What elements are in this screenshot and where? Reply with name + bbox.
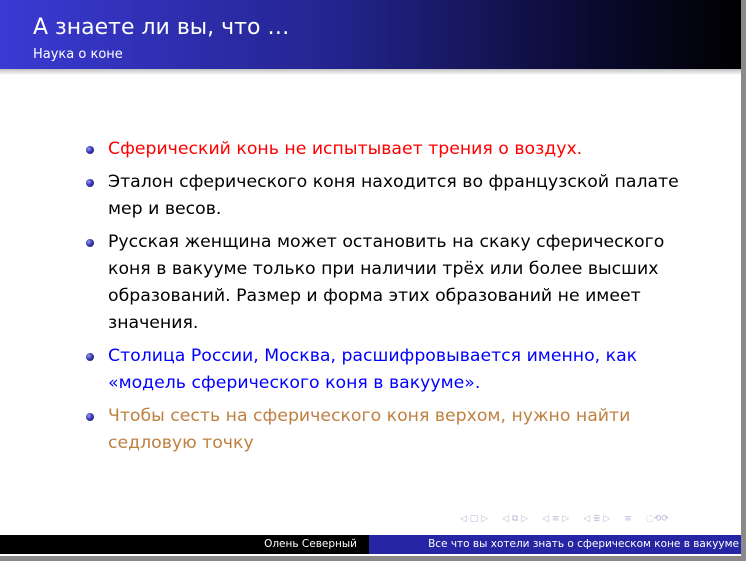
- header-shadow: [0, 69, 741, 75]
- list-item-text: Столица России, Москва, расшифровывается…: [108, 346, 638, 393]
- list-item: Эталон сферического коня находится во фр…: [86, 169, 686, 223]
- frame-header: А знаете ли вы, что … Наука о коне: [0, 0, 741, 69]
- footer-title: Все что вы хотели знать о сферическом ко…: [369, 535, 741, 554]
- list-item: Чтобы сесть на сферического коня верхом,…: [86, 403, 686, 457]
- list-item: Сферический конь не испытывает трения о …: [86, 136, 686, 163]
- list-item-text: Чтобы сесть на сферического коня верхом,…: [108, 406, 631, 453]
- bullet-icon: [86, 179, 94, 187]
- bullet-icon: [86, 413, 94, 421]
- bullet-icon: [86, 353, 94, 361]
- list-item-text: Сферический конь не испытывает трения о …: [108, 139, 583, 159]
- section-nav-icon[interactable]: ◁ ≡ ▷: [542, 514, 569, 524]
- subsection-nav-icon[interactable]: ◁ ⧉ ▷: [502, 514, 528, 524]
- subsubsection-nav-icon[interactable]: ◁ ≣ ▷: [583, 514, 610, 524]
- list-item-text: Эталон сферического коня находится во фр…: [108, 172, 679, 219]
- footline: Олень Северный Все что вы хотели знать о…: [0, 535, 741, 554]
- bullet-icon: [86, 239, 94, 247]
- bullet-icon: [86, 146, 94, 154]
- list-item-text: Русская женщина может остановить на скак…: [108, 232, 665, 333]
- frame-title: А знаете ли вы, что …: [33, 15, 290, 40]
- search-icon[interactable]: ◌⟲⟳: [646, 514, 669, 524]
- footer-author: Олень Северный: [0, 535, 369, 554]
- navigation-bar: ◁ □ ▷ ◁ ⧉ ▷ ◁ ≡ ▷ ◁ ≣ ▷ ≡ ◌⟲⟳: [460, 514, 669, 524]
- bullet-list: Сферический конь не испытывает трения о …: [86, 136, 686, 463]
- frame-subtitle: Наука о коне: [33, 47, 123, 62]
- list-item: Русская женщина может остановить на скак…: [86, 229, 686, 337]
- align-icon[interactable]: ≡: [624, 514, 632, 524]
- frame-nav-icon[interactable]: ◁ □ ▷: [460, 514, 488, 524]
- slide: А знаете ли вы, что … Наука о коне Сфери…: [0, 0, 741, 556]
- list-item: Столица России, Москва, расшифровывается…: [86, 343, 686, 397]
